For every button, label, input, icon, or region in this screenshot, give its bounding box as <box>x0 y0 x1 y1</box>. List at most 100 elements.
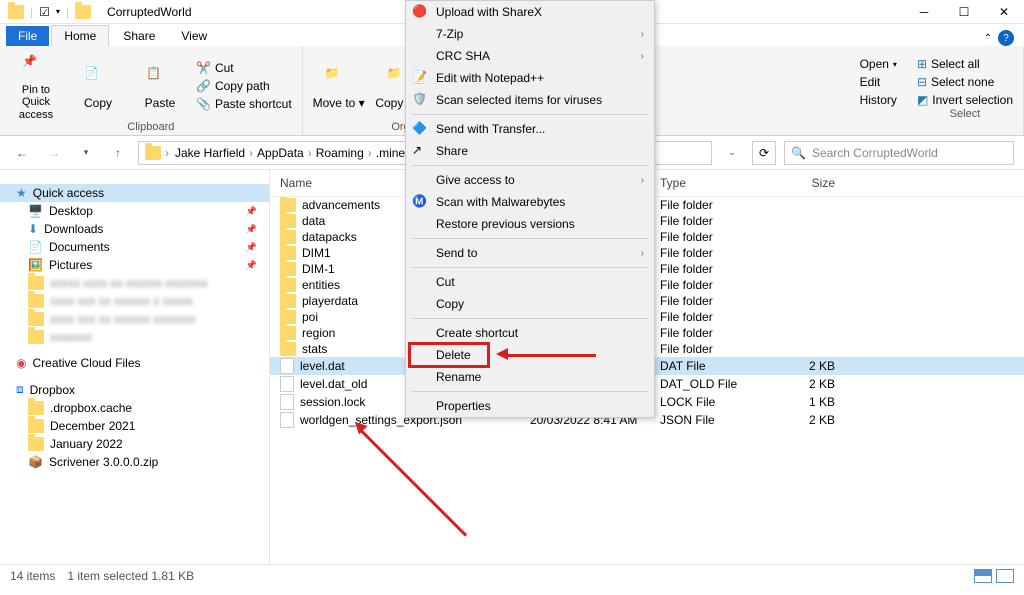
history-button[interactable]: History <box>858 92 899 108</box>
chevron-right-icon: › <box>641 175 644 186</box>
tab-file[interactable]: File <box>6 26 49 46</box>
file-name: DIM1 <box>302 246 331 260</box>
copy-button[interactable]: 📄 Copy <box>70 50 126 121</box>
cut-button[interactable]: ✂️Cut <box>194 60 294 76</box>
menu-item-label: Upload with ShareX <box>436 5 542 19</box>
chevron-right-icon[interactable]: › <box>306 146 314 160</box>
selectall-icon: ⊞ <box>917 57 927 71</box>
chevron-right-icon[interactable]: › <box>366 146 374 160</box>
sidebar-dec2021[interactable]: December 2021 <box>0 417 269 435</box>
tab-home[interactable]: Home <box>51 25 109 46</box>
up-button[interactable]: ↑ <box>106 141 130 165</box>
file-name: poi <box>302 310 318 324</box>
recent-button[interactable]: ▾ <box>74 141 98 165</box>
select-all-button[interactable]: ⊞Select all <box>915 56 1015 72</box>
history-dropdown[interactable]: ⌄ <box>720 141 744 165</box>
menu-item-upload-with-sharex[interactable]: 🔴Upload with ShareX <box>406 1 654 23</box>
menu-item-copy[interactable]: Copy <box>406 293 654 315</box>
menu-item-give-access-to[interactable]: Give access to› <box>406 169 654 191</box>
file-type: JSON File <box>660 413 775 427</box>
dropdown-icon[interactable]: ▾ <box>56 7 60 16</box>
select-none-button[interactable]: ⊟Select none <box>915 74 1015 90</box>
menu-item-label: Properties <box>436 399 491 413</box>
menu-item-rename[interactable]: Rename <box>406 366 654 388</box>
status-item-count: 14 items <box>10 569 55 583</box>
pin-to-quick-access-button[interactable]: 📌 Pin to Quick access <box>8 50 64 121</box>
copy-path-button[interactable]: 🔗Copy path <box>194 78 294 94</box>
chevron-right-icon[interactable]: › <box>247 146 255 160</box>
copy-icon: 📄 <box>84 66 112 94</box>
status-selection: 1 item selected 1.81 KB <box>67 569 194 583</box>
sidebar-item[interactable]: xxxxx xxxx xx xxxxxx xxxxxxx <box>0 274 269 292</box>
sidebar-dropbox-cache[interactable]: .dropbox.cache <box>0 399 269 417</box>
minimize-button[interactable]: ─ <box>904 0 944 24</box>
documents-icon: 📄 <box>28 240 43 254</box>
menu-item-edit-with-notepad-[interactable]: 📝Edit with Notepad++ <box>406 67 654 89</box>
annotation-arrow-head <box>496 348 508 360</box>
menu-item-cut[interactable]: Cut <box>406 271 654 293</box>
refresh-button[interactable]: ⟳ <box>752 141 776 165</box>
menu-item-7-zip[interactable]: 7-Zip› <box>406 23 654 45</box>
col-size[interactable]: Size <box>775 176 835 190</box>
menu-item-crc-sha[interactable]: CRC SHA› <box>406 45 654 67</box>
menu-item-send-to[interactable]: Send to› <box>406 242 654 264</box>
sidebar-documents[interactable]: 📄Documents📌 <box>0 238 269 256</box>
move-to-button[interactable]: 📁 Move to ▾ <box>311 50 367 121</box>
file-type: File folder <box>660 198 775 212</box>
chevron-right-icon[interactable]: › <box>163 146 171 160</box>
sidebar-item[interactable]: xxxxxxx <box>0 328 269 346</box>
sidebar-quick-access[interactable]: ★ Quick access <box>0 184 269 202</box>
menu-item-properties[interactable]: Properties <box>406 395 654 417</box>
breadcrumb-item[interactable]: AppData <box>255 146 306 160</box>
sidebar-item[interactable]: xxxx xxx xx xxxxxx xxxxxxx <box>0 310 269 328</box>
search-input[interactable]: 🔍 Search CorruptedWorld <box>784 141 1014 165</box>
icons-view-icon[interactable] <box>996 569 1014 583</box>
folder-icon <box>280 294 296 308</box>
back-button[interactable]: ← <box>10 141 34 165</box>
file-size: 2 KB <box>775 413 835 427</box>
file-size: 1 KB <box>775 395 835 409</box>
edit-button[interactable]: Edit <box>858 74 899 90</box>
sidebar-downloads[interactable]: ⬇Downloads📌 <box>0 220 269 238</box>
folder-icon <box>28 330 44 344</box>
sidebar-item[interactable]: xxxx xxx xx xxxxxx x xxxxx <box>0 292 269 310</box>
quick-access-toolbar: | ☑ ▾ | <box>0 5 99 19</box>
menu-item-share[interactable]: ↗Share <box>406 140 654 162</box>
tab-share[interactable]: Share <box>111 26 167 46</box>
paste-button[interactable]: 📋 Paste <box>132 50 188 121</box>
menu-item-send-with-transfer-[interactable]: 🔷Send with Transfer... <box>406 118 654 140</box>
group-clipboard: 📌 Pin to Quick access 📄 Copy 📋 Paste ✂️C… <box>0 46 303 135</box>
folder-icon <box>280 262 296 276</box>
folder-icon <box>8 5 24 19</box>
forward-button[interactable]: → <box>42 141 66 165</box>
sidebar-creative-cloud[interactable]: ◉Creative Cloud Files <box>0 354 269 372</box>
menu-item-create-shortcut[interactable]: Create shortcut <box>406 322 654 344</box>
checkbox-icon[interactable]: ☑ <box>39 5 50 19</box>
sidebar-pictures[interactable]: 🖼️Pictures📌 <box>0 256 269 274</box>
menu-item-scan-selected-items-for-viruses[interactable]: 🛡️Scan selected items for viruses <box>406 89 654 111</box>
details-view-icon[interactable] <box>974 569 992 583</box>
breadcrumb-item[interactable]: Roaming <box>314 146 366 160</box>
sidebar-desktop[interactable]: 🖥️Desktop📌 <box>0 202 269 220</box>
file-name: session.lock <box>300 395 365 409</box>
desktop-icon: 🖥️ <box>28 204 43 218</box>
menu-separator <box>412 391 648 392</box>
group-select: ⊞Select all ⊟Select none ◩Invert selecti… <box>907 46 1024 135</box>
tab-view[interactable]: View <box>169 26 219 46</box>
help-icon[interactable]: ? <box>998 30 1014 46</box>
menu-item-restore-previous-versions[interactable]: Restore previous versions <box>406 213 654 235</box>
sidebar-jan2022[interactable]: January 2022 <box>0 435 269 453</box>
close-button[interactable]: ✕ <box>984 0 1024 24</box>
paste-shortcut-button[interactable]: 📎Paste shortcut <box>194 96 294 112</box>
maximize-button[interactable]: ☐ <box>944 0 984 24</box>
folder-icon <box>280 198 296 212</box>
col-type[interactable]: Type <box>660 176 775 190</box>
open-button[interactable]: Open ▾ <box>858 56 899 72</box>
file-type: File folder <box>660 326 775 340</box>
sidebar-dropbox[interactable]: ⧈Dropbox <box>0 380 269 399</box>
chevron-up-icon[interactable]: ⌃ <box>984 33 992 44</box>
menu-item-scan-with-malwarebytes[interactable]: Ⓜ️Scan with Malwarebytes <box>406 191 654 213</box>
breadcrumb-item[interactable]: Jake Harfield <box>173 146 247 160</box>
sidebar-scrivener[interactable]: 📦Scrivener 3.0.0.0.zip <box>0 453 269 471</box>
invert-selection-button[interactable]: ◩Invert selection <box>915 92 1015 108</box>
